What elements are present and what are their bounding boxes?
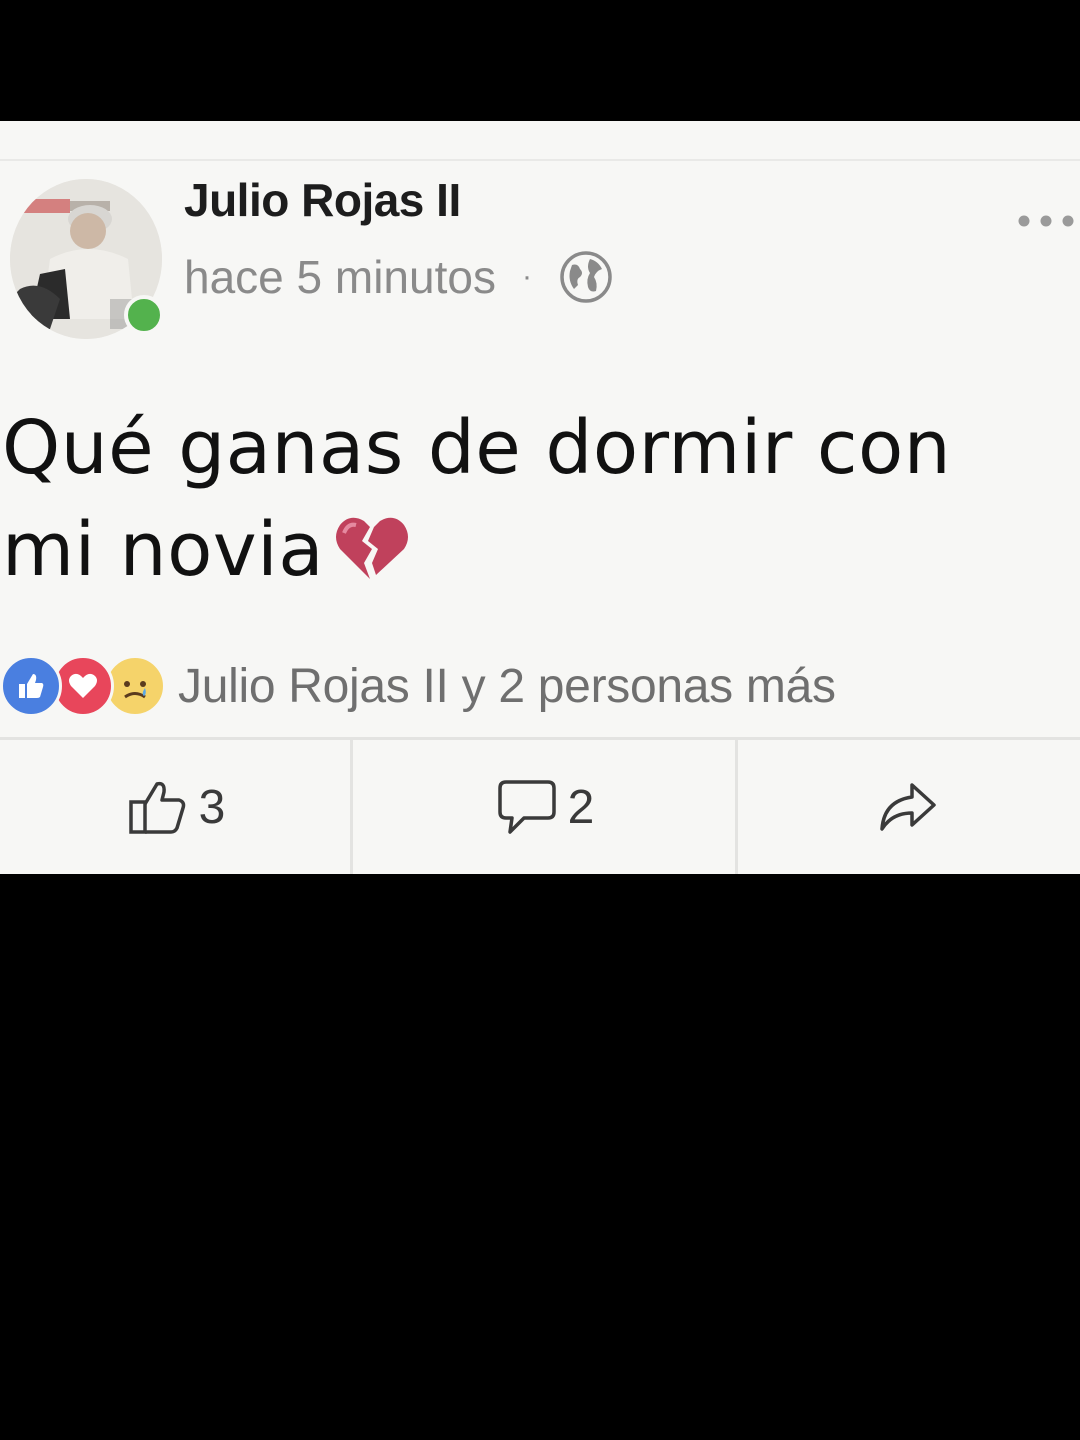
comment-count: 2 bbox=[567, 780, 595, 834]
reactions-text: Julio Rojas II y 2 personas más bbox=[178, 659, 836, 713]
comment-button[interactable]: 2 bbox=[353, 740, 738, 874]
more-options-icon[interactable] bbox=[1016, 211, 1080, 231]
post-timestamp[interactable]: hace 5 minutos bbox=[184, 250, 496, 304]
globe-icon bbox=[560, 251, 612, 303]
like-button[interactable]: 3 bbox=[0, 740, 353, 874]
like-reaction-icon bbox=[0, 655, 62, 717]
like-icon bbox=[128, 781, 185, 834]
action-bar: 3 2 bbox=[0, 740, 1080, 874]
share-icon bbox=[879, 783, 936, 831]
comment-icon bbox=[497, 780, 556, 834]
broken-heart-icon bbox=[336, 517, 409, 579]
post-meta: hace 5 minutos · bbox=[184, 249, 614, 305]
author-name[interactable]: Julio Rojas II bbox=[184, 173, 461, 227]
reactions-summary[interactable]: Julio Rojas II y 2 personas más bbox=[0, 649, 836, 723]
share-button[interactable] bbox=[738, 740, 1080, 874]
screenshot-frame: Julio Rojas II hace 5 minutos · Qué gana… bbox=[0, 0, 1080, 1440]
post-text: Qué ganas de dormir con mi novia bbox=[2, 405, 952, 593]
post-body: Qué ganas de dormir con mi novia bbox=[2, 397, 1062, 601]
online-status-dot bbox=[124, 295, 164, 335]
post-top-divider bbox=[0, 159, 1080, 161]
meta-separator: · bbox=[521, 260, 532, 293]
facebook-post: Julio Rojas II hace 5 minutos · Qué gana… bbox=[0, 121, 1080, 874]
like-count: 3 bbox=[198, 780, 226, 834]
